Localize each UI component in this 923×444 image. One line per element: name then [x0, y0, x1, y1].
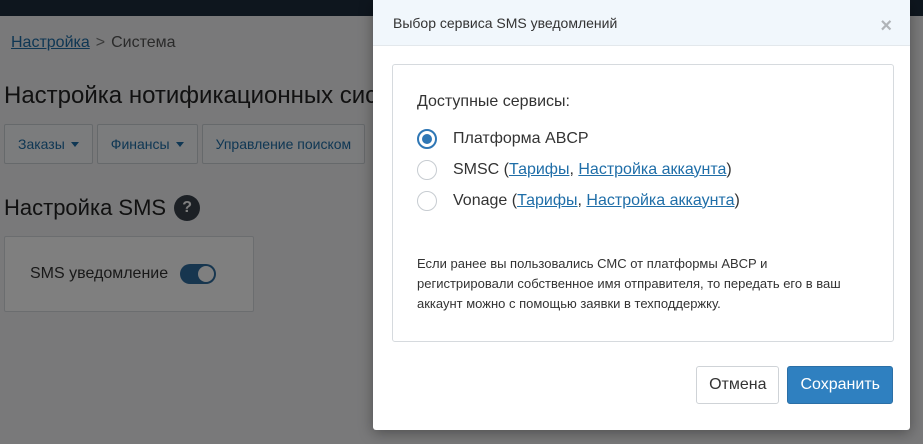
service-option-vonage[interactable]: Vonage (Тарифы, Настройка аккаунта) — [417, 185, 869, 216]
transfer-note: Если ранее вы пользовались СМС от платфо… — [417, 256, 841, 311]
available-services-label: Доступные сервисы: — [417, 93, 570, 110]
service-name-smsc: SMSC — [453, 160, 500, 178]
service-name-abcp: Платформа ABCP — [453, 129, 589, 147]
vonage-tariffs-link[interactable]: Тарифы — [517, 192, 577, 210]
close-icon[interactable]: × — [880, 16, 892, 36]
cancel-button[interactable]: Отмена — [696, 366, 780, 404]
radio-vonage[interactable] — [417, 190, 437, 211]
modal-title: Выбор сервиса SMS уведомлений — [393, 14, 618, 31]
modal-footer: Отмена Сохранить — [696, 366, 893, 404]
radio-dot-icon — [422, 133, 432, 144]
sms-service-modal: Выбор сервиса SMS уведомлений × Доступны… — [373, 0, 910, 430]
vonage-account-link[interactable]: Настройка аккаунта — [586, 192, 734, 210]
radio-smsc[interactable] — [417, 159, 437, 180]
smsc-tariffs-link[interactable]: Тарифы — [509, 161, 569, 179]
modal-header: Выбор сервиса SMS уведомлений × — [373, 0, 910, 46]
service-option-smsc[interactable]: SMSC (Тарифы, Настройка аккаунта) — [417, 154, 869, 185]
service-name-vonage: Vonage — [453, 191, 508, 209]
smsc-account-link[interactable]: Настройка аккаунта — [578, 161, 726, 179]
save-button[interactable]: Сохранить — [787, 366, 893, 404]
service-option-abcp[interactable]: Платформа ABCP — [417, 123, 869, 154]
radio-abcp[interactable] — [417, 128, 437, 149]
services-panel: Доступные сервисы: Платформа ABCP SMSC (… — [392, 64, 894, 342]
